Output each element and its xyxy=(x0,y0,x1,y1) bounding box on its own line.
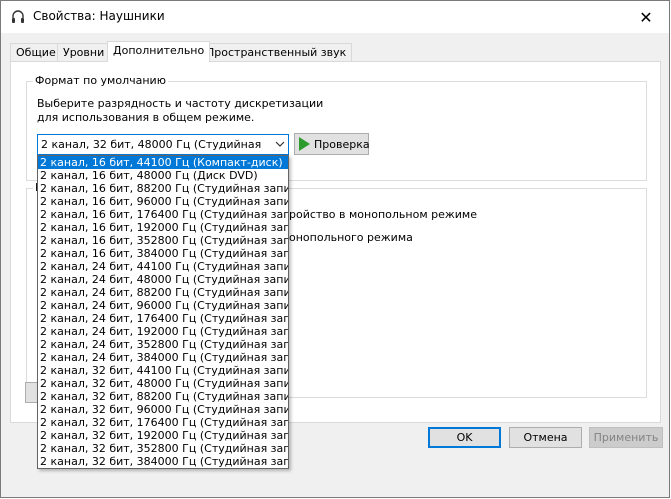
ok-button[interactable]: OK xyxy=(428,427,501,448)
window-title: Свойства: Наушники xyxy=(33,9,165,23)
properties-dialog: Свойства: Наушники ✕ Общие Уровни Дополн… xyxy=(0,0,670,498)
dropdown-option[interactable]: 2 канал, 16 бит, 44100 Гц (Компакт-диск) xyxy=(38,156,288,169)
dropdown-option[interactable]: 2 канал, 16 бит, 88200 Гц (Студийная зап… xyxy=(38,182,288,195)
play-icon xyxy=(299,137,310,151)
tab-advanced[interactable]: Дополнительно xyxy=(107,41,211,62)
format-combobox[interactable]: 2 канал, 32 бит, 48000 Гц (Студийная зап… xyxy=(37,134,289,155)
tab-levels[interactable]: Уровни xyxy=(57,43,111,61)
headphones-icon xyxy=(12,10,24,23)
format-combobox-value: 2 канал, 32 бит, 48000 Гц (Студийная зап… xyxy=(41,138,263,151)
dropdown-option[interactable]: 2 канал, 16 бит, 384000 Гц (Студийная за… xyxy=(38,247,288,260)
exclusive-priority-label: онопольного режима xyxy=(289,231,413,244)
dropdown-option[interactable]: 2 канал, 16 бит, 176400 Гц (Студийная за… xyxy=(38,208,288,221)
dropdown-option[interactable]: 2 канал, 32 бит, 192000 Гц (Студийная за… xyxy=(38,429,288,442)
exclusive-allow-label: ройство в монопольном режиме xyxy=(289,208,477,221)
dropdown-option[interactable]: 2 канал, 32 бит, 384000 Гц (Студийная за… xyxy=(38,455,288,468)
dropdown-option[interactable]: 2 канал, 16 бит, 192000 Гц (Студийная за… xyxy=(38,221,288,234)
chevron-down-icon xyxy=(275,141,285,147)
dropdown-option[interactable]: 2 канал, 32 бит, 352800 Гц (Студийная за… xyxy=(38,442,288,455)
title-bar: Свойства: Наушники ✕ xyxy=(1,1,669,33)
default-format-legend: Формат по умолчанию xyxy=(33,74,168,87)
dropdown-option[interactable]: 2 канал, 24 бит, 352800 Гц (Студийная за… xyxy=(38,338,288,351)
format-dropdown-list[interactable]: 2 канал, 16 бит, 44100 Гц (Компакт-диск)… xyxy=(37,155,289,469)
dropdown-option[interactable]: 2 канал, 24 бит, 44100 Гц (Студийная зап… xyxy=(38,260,288,273)
cancel-button[interactable]: Отмена xyxy=(509,427,582,448)
close-button[interactable]: ✕ xyxy=(623,1,669,33)
dropdown-option[interactable]: 2 канал, 24 бит, 176400 Гц (Студийная за… xyxy=(38,312,288,325)
dropdown-option[interactable]: 2 канал, 24 бит, 384000 Гц (Студийная за… xyxy=(38,351,288,364)
apply-button[interactable]: Применить xyxy=(589,427,663,448)
close-icon: ✕ xyxy=(639,7,653,27)
dropdown-option[interactable]: 2 канал, 32 бит, 96000 Гц (Студийная зап… xyxy=(38,403,288,416)
dropdown-option[interactable]: 2 канал, 32 бит, 176400 Гц (Студийная за… xyxy=(38,416,288,429)
dropdown-option[interactable]: 2 канал, 32 бит, 48000 Гц (Студийная зап… xyxy=(38,377,288,390)
tab-spatial-sound[interactable]: Пространственный звук xyxy=(200,43,353,61)
dropdown-option[interactable]: 2 канал, 16 бит, 352800 Гц (Студийная за… xyxy=(38,234,288,247)
test-button-label: Проверка xyxy=(314,137,370,151)
test-button[interactable]: Проверка xyxy=(294,133,370,155)
tab-general[interactable]: Общие xyxy=(10,43,62,61)
dropdown-option[interactable]: 2 канал, 24 бит, 88200 Гц (Студийная зап… xyxy=(38,286,288,299)
dropdown-option[interactable]: 2 канал, 16 бит, 96000 Гц (Студийная зап… xyxy=(38,195,288,208)
format-description: Выберите разрядность и частоту дискретиз… xyxy=(37,97,324,124)
dropdown-option[interactable]: 2 канал, 24 бит, 192000 Гц (Студийная за… xyxy=(38,325,288,338)
dropdown-option[interactable]: 2 канал, 32 бит, 44100 Гц (Студийная зап… xyxy=(38,364,288,377)
dropdown-option[interactable]: 2 канал, 32 бит, 88200 Гц (Студийная зап… xyxy=(38,390,288,403)
dropdown-option[interactable]: 2 канал, 24 бит, 96000 Гц (Студийная зап… xyxy=(38,299,288,312)
dropdown-option[interactable]: 2 канал, 16 бит, 48000 Гц (Диск DVD) xyxy=(38,169,288,182)
dropdown-option[interactable]: 2 канал, 24 бит, 48000 Гц (Студийная зап… xyxy=(38,273,288,286)
